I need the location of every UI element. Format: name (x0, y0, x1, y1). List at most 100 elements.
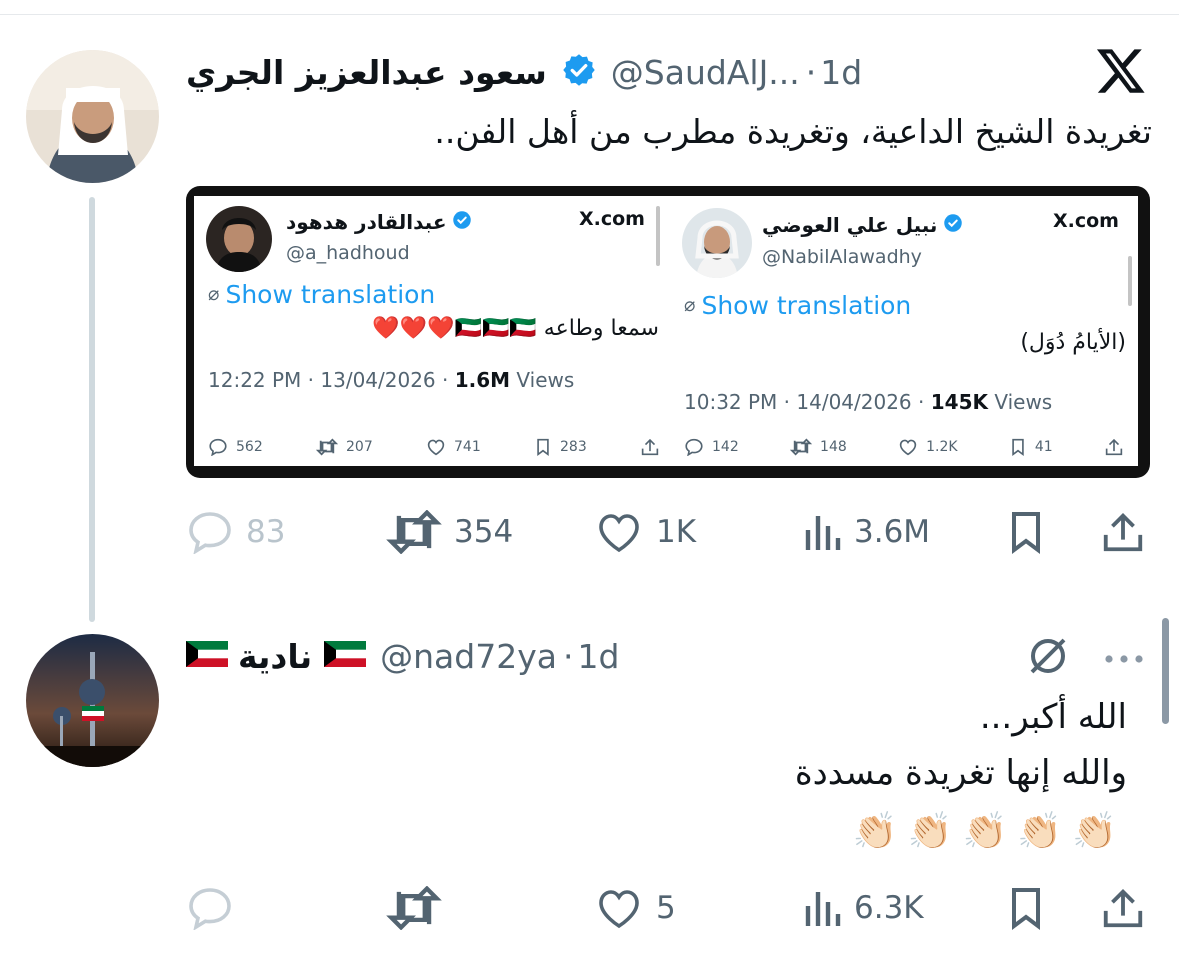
share-icon (641, 438, 659, 456)
embedded-text: سمعا وطاعه 🇰🇼🇰🇼🇰🇼❤️❤️❤️ (372, 316, 659, 341)
embedded-site: X.com (1053, 210, 1119, 232)
like-count: 1K (656, 514, 697, 550)
reply-text-line3: 👏🏻👏🏻👏🏻👏🏻👏🏻 (852, 811, 1127, 852)
reply-text-line2: والله إنها تغريدة مسددة (794, 753, 1127, 793)
embedded-replies: 562 (208, 438, 263, 456)
embedded-replies: 142 (684, 438, 739, 456)
heart-icon (599, 890, 639, 929)
translate-post-icon[interactable] (1024, 632, 1072, 684)
post-text: تغريدة الشيخ الداعية، وتغريدة مطرب من أه… (434, 112, 1152, 151)
author-name[interactable]: سعود عبدالعزيز الجري (186, 53, 547, 92)
reply-icon (189, 512, 231, 554)
heart-icon (427, 439, 445, 456)
embedded-text: (الأيامُ دُوَل) (1020, 330, 1126, 355)
embedded-header: نبيل علي العوضي (762, 210, 963, 240)
embedded-actions: 562 207 741 283 (208, 438, 660, 456)
reply-icon (685, 438, 703, 456)
translate-icon: ⌀ (208, 283, 220, 305)
embedded-handle: @a_hadhoud (286, 242, 410, 264)
reply-button[interactable]: 83 (186, 510, 285, 554)
repost-icon (386, 510, 442, 554)
embedded-translate: ⌀ Show translation (684, 288, 911, 322)
post-header: سعود عبدالعزيز الجري @SaudAlJ... · 1d (186, 48, 862, 96)
embedded-tweet-right-body: نبيل علي العوضي @NabilAlawadhy X.com ⌀ S… (674, 196, 1138, 466)
kuwait-flag-icon (186, 641, 228, 671)
embedded-avatar (682, 208, 752, 278)
views-button[interactable]: 6.3K (802, 886, 924, 930)
embedded-views-count: 1.6M (454, 368, 511, 392)
author-handle[interactable]: @SaudAlJ... (611, 53, 800, 92)
embedded-translate: ⌀ Show translation (208, 278, 435, 310)
views-count: 3.6M (854, 514, 931, 550)
embedded-time: 12:22 PM · 13/04/2026 · (208, 368, 455, 392)
embedded-views-label: Views (510, 368, 575, 392)
embedded-handle: @NabilAlawadhy (762, 246, 922, 268)
share-icon (1103, 512, 1143, 552)
reply-time[interactable]: 1d (577, 637, 619, 676)
verified-badge-icon (943, 213, 963, 237)
embedded-reposts: 148 (790, 438, 847, 456)
share-button[interactable] (1100, 510, 1146, 554)
embedded-header: عبدالقادر هدهود (286, 208, 472, 236)
embedded-meta: 12:22 PM · 13/04/2026 · 1.6M Views (208, 368, 574, 392)
embedded-share (1104, 438, 1124, 456)
embedded-translate-label: Show translation (225, 279, 436, 309)
repost-count: 354 (454, 514, 514, 550)
repost-button[interactable]: 354 (386, 510, 513, 554)
verified-badge-icon (452, 210, 472, 234)
embedded-likes: 741 (426, 438, 481, 456)
repost-icon (316, 438, 338, 456)
bookmark-icon (1012, 438, 1024, 456)
analytics-icon (805, 516, 841, 550)
embedded-scrollbar (656, 206, 660, 266)
embedded-share (640, 438, 660, 456)
share-icon (1105, 438, 1123, 456)
embedded-name: نبيل علي العوضي (762, 213, 938, 237)
repost-button[interactable] (386, 886, 454, 930)
time-separator: · (805, 52, 817, 92)
embedded-meta: 10:32 PM · 14/04/2026 · 145K Views (684, 390, 1052, 414)
analytics-icon (805, 892, 841, 926)
reply-icon (209, 438, 227, 456)
embedded-bookmarks: 41 (1009, 438, 1053, 456)
bookmark-button[interactable] (1005, 886, 1047, 930)
share-button[interactable] (1100, 886, 1146, 930)
reply-count: 83 (246, 514, 286, 550)
more-options-icon[interactable] (1100, 650, 1148, 669)
views-button[interactable]: 3.6M (802, 510, 930, 554)
reply-header: نادية @nad72ya · 1d (186, 630, 619, 682)
embedded-avatar (206, 206, 272, 272)
bookmark-icon (1012, 512, 1040, 554)
bookmark-icon (1012, 888, 1040, 930)
embedded-likes: 1.2K (898, 438, 958, 456)
reply-text-line1: الله أكبر... (979, 697, 1127, 737)
embedded-views-label: Views (987, 390, 1053, 414)
reply-icon (189, 888, 231, 930)
repost-icon (790, 438, 813, 456)
reply-button[interactable] (186, 886, 246, 930)
post-time[interactable]: 1d (820, 53, 862, 92)
views-count: 6.3K (854, 890, 924, 926)
embedded-time: 10:32 PM · 14/04/2026 · (684, 390, 931, 414)
embedded-actions: 142 148 1.2K 41 (684, 438, 1124, 456)
like-button[interactable]: 1K (594, 510, 696, 554)
embedded-translate-label: Show translation (701, 290, 912, 320)
share-icon (1103, 888, 1143, 928)
reply-avatar[interactable] (26, 634, 159, 767)
thread-line (89, 197, 95, 622)
kuwait-flag-icon (324, 641, 367, 671)
embedded-bookmarks: 283 (534, 438, 587, 456)
reply-author-name[interactable]: نادية (238, 637, 312, 676)
reply-handle[interactable]: @nad72ya (380, 637, 557, 676)
embedded-scrollbar (1128, 256, 1132, 306)
like-button[interactable]: 5 (594, 886, 676, 930)
heart-icon (899, 439, 917, 456)
embedded-views-count: 145K (930, 390, 988, 414)
bookmark-button[interactable] (1005, 510, 1047, 554)
heart-icon (599, 514, 639, 553)
scrollbar[interactable] (1162, 618, 1169, 724)
post-media-image[interactable]: عبدالقادر هدهود @a_hadhoud X.com ⌀ Show … (186, 186, 1150, 478)
author-avatar[interactable] (26, 50, 159, 183)
translate-icon: ⌀ (684, 294, 696, 316)
verified-badge-icon (561, 52, 597, 92)
